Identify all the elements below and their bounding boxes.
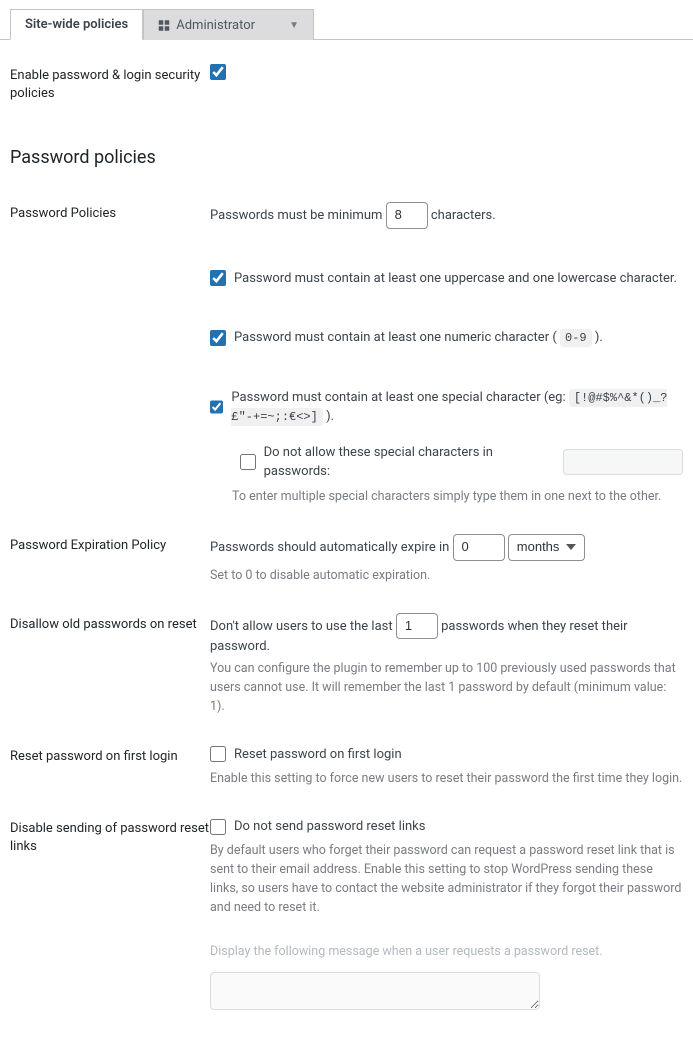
disallow-old-label: Disallow old passwords on reset (10, 613, 210, 634)
reset-message-textarea[interactable] (210, 972, 540, 1010)
disallow-special-input[interactable] (563, 449, 683, 475)
tab-label: Administrator (176, 18, 255, 33)
rule-numeric: Password must contain at least one numer… (210, 328, 683, 348)
numeric-code: 0-9 (560, 329, 592, 347)
expiration-line: Passwords should automatically expire in… (210, 534, 683, 560)
first-login-checkbox[interactable] (210, 746, 226, 762)
password-policies-label: Password Policies (10, 202, 210, 223)
disable-reset-checkbox[interactable] (210, 819, 226, 835)
disallow-old-line: Don't allow users to use the last passwo… (210, 613, 683, 654)
tab-label: Site-wide policies (25, 17, 128, 32)
rule-special-checkbox[interactable] (210, 399, 223, 415)
disable-reset-desc: By default users who forget their passwo… (210, 842, 683, 917)
tab-site-wide-policies[interactable]: Site-wide policies (10, 9, 143, 40)
rule-special: Password must contain at least one speci… (210, 388, 683, 427)
expiration-label: Password Expiration Policy (10, 534, 210, 555)
expiration-unit-select[interactable]: months (508, 534, 585, 560)
first-login-desc: Enable this setting to force new users t… (210, 770, 683, 789)
rule-case-text: Password must contain at least one upper… (234, 269, 677, 289)
rule-numeric-text: Password must contain at least one numer… (234, 328, 603, 348)
disable-reset-label: Disable sending of password reset links (10, 817, 210, 856)
reset-message-label: Display the following message when a use… (210, 943, 683, 962)
disallow-special-desc: To enter multiple special characters sim… (232, 488, 683, 507)
enable-policies-checkbox[interactable] (210, 64, 226, 80)
row-disable-reset-links: Disable sending of password reset links … (10, 803, 683, 1028)
rule-disallow-special: Do not allow these special characters in… (240, 443, 683, 507)
row-disallow-old: Disallow old passwords on reset Don't al… (10, 599, 683, 730)
enable-policies-label: Enable password & login security policie… (10, 64, 210, 103)
chevron-down-icon: ▼ (289, 20, 299, 31)
row-first-login: Reset password on first login Reset pass… (10, 731, 683, 803)
rule-numeric-checkbox[interactable] (210, 330, 226, 346)
disable-reset-text: Do not send password reset links (234, 817, 425, 837)
first-login-text: Reset password on first login (234, 745, 402, 765)
tab-administrator[interactable]: Administrator ▼ (143, 9, 314, 40)
rule-uppercase-lowercase: Password must contain at least one upper… (210, 269, 683, 289)
min-length-line: Passwords must be minimum characters. (210, 202, 683, 228)
disallow-special-checkbox[interactable] (240, 454, 256, 470)
tab-bar: Site-wide policies Administrator ▼ (0, 0, 693, 40)
row-enable-policies: Enable password & login security policie… (10, 50, 683, 117)
disallow-old-input[interactable] (396, 613, 438, 639)
first-login-label: Reset password on first login (10, 745, 210, 766)
rule-case-checkbox[interactable] (210, 270, 226, 286)
expiration-desc: Set to 0 to disable automatic expiration… (210, 567, 683, 586)
rule-special-text: Password must contain at least one speci… (231, 388, 683, 427)
min-length-input[interactable] (386, 202, 428, 228)
min-length-post: characters. (431, 208, 496, 223)
content-panel: Enable password & login security policie… (0, 40, 693, 1048)
expiration-value-input[interactable] (453, 534, 505, 560)
disallow-special-text: Do not allow these special characters in… (264, 443, 555, 482)
disallow-old-desc: You can configure the plugin to remember… (210, 660, 683, 716)
min-length-pre: Passwords must be minimum (210, 208, 382, 223)
dashboard-icon (158, 19, 170, 31)
row-expiration-policy: Password Expiration Policy Passwords sho… (10, 520, 683, 599)
section-title-password-policies: Password policies (10, 147, 683, 168)
row-password-policies: Password Policies Passwords must be mini… (10, 188, 683, 520)
